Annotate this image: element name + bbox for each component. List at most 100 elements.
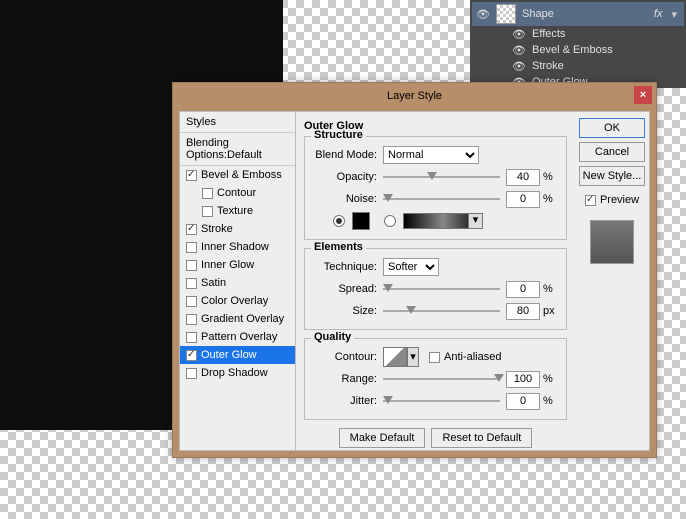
style-checkbox[interactable] bbox=[186, 332, 197, 343]
dialog-title: Layer Style bbox=[387, 90, 442, 102]
noise-slider[interactable] bbox=[383, 192, 500, 206]
spread-slider[interactable] bbox=[383, 282, 500, 296]
color-radio[interactable] bbox=[333, 215, 345, 227]
effects-header[interactable]: 👁 Effects bbox=[472, 26, 684, 42]
opacity-label: Opacity: bbox=[313, 171, 383, 183]
sidebar-item-label: Inner Shadow bbox=[201, 241, 269, 253]
style-checkbox[interactable] bbox=[186, 242, 197, 253]
ok-button[interactable]: OK bbox=[579, 118, 645, 138]
sidebar-blending-header[interactable]: Blending Options:Default bbox=[180, 133, 295, 166]
sidebar-item-label: Color Overlay bbox=[201, 295, 268, 307]
style-checkbox[interactable] bbox=[186, 170, 197, 181]
sidebar-item-label: Drop Shadow bbox=[201, 367, 268, 379]
blend-mode-select[interactable]: Normal bbox=[383, 146, 479, 164]
jitter-label: Jitter: bbox=[313, 395, 383, 407]
sidebar-item-label: Stroke bbox=[201, 223, 233, 235]
make-default-button[interactable]: Make Default bbox=[339, 428, 426, 448]
sidebar-item-label: Texture bbox=[217, 205, 253, 217]
gradient-radio[interactable] bbox=[384, 215, 396, 227]
sidebar-item-color-overlay[interactable]: Color Overlay bbox=[180, 292, 295, 310]
noise-input[interactable] bbox=[506, 191, 540, 208]
glow-gradient-picker[interactable]: ▾ bbox=[403, 213, 483, 229]
spread-input[interactable] bbox=[506, 281, 540, 298]
sidebar-item-bevel-emboss[interactable]: Bevel & Emboss bbox=[180, 166, 295, 184]
range-label: Range: bbox=[313, 373, 383, 385]
style-checkbox[interactable] bbox=[186, 350, 197, 361]
sidebar-item-inner-shadow[interactable]: Inner Shadow bbox=[180, 238, 295, 256]
quality-group: Quality Contour: ▾ Anti-aliased Range: %… bbox=[304, 338, 567, 420]
anti-aliased-label: Anti-aliased bbox=[440, 351, 501, 363]
layer-thumb[interactable] bbox=[496, 4, 516, 24]
chevron-down-icon[interactable]: ▾ bbox=[468, 214, 482, 228]
new-style-button[interactable]: New Style... bbox=[579, 166, 645, 186]
visibility-icon[interactable]: 👁 bbox=[476, 8, 490, 21]
visibility-icon[interactable]: 👁 bbox=[512, 60, 526, 73]
chevron-down-icon[interactable]: ▾ bbox=[407, 347, 419, 367]
technique-label: Technique: bbox=[313, 261, 383, 273]
layer-style-dialog: Layer Style × Styles Blending Options:De… bbox=[172, 82, 657, 458]
layer-row-shape[interactable]: 👁 Shape fx ▾ bbox=[472, 2, 684, 26]
fx-badge[interactable]: fx bbox=[654, 8, 663, 20]
preview-label: Preview bbox=[600, 194, 639, 206]
opacity-input[interactable] bbox=[506, 169, 540, 186]
jitter-slider[interactable] bbox=[383, 394, 500, 408]
preview-checkbox[interactable] bbox=[585, 195, 596, 206]
visibility-icon[interactable]: 👁 bbox=[512, 28, 526, 41]
style-checkbox[interactable] bbox=[186, 368, 197, 379]
style-checkbox[interactable] bbox=[186, 224, 197, 235]
sidebar-item-label: Contour bbox=[217, 187, 256, 199]
range-input[interactable] bbox=[506, 371, 540, 388]
glow-color-swatch[interactable] bbox=[352, 212, 370, 230]
reset-default-button[interactable]: Reset to Default bbox=[431, 428, 532, 448]
style-checkbox[interactable] bbox=[202, 188, 213, 199]
effect-bevel[interactable]: 👁Bevel & Emboss bbox=[472, 42, 684, 58]
sidebar-item-inner-glow[interactable]: Inner Glow bbox=[180, 256, 295, 274]
layers-panel: 👁 Shape fx ▾ 👁 Effects 👁Bevel & Emboss 👁… bbox=[470, 0, 686, 88]
sidebar-item-label: Pattern Overlay bbox=[201, 331, 277, 343]
effect-stroke[interactable]: 👁Stroke bbox=[472, 58, 684, 74]
size-slider[interactable] bbox=[383, 304, 500, 318]
contour-picker[interactable] bbox=[383, 347, 407, 367]
spread-label: Spread: bbox=[313, 283, 383, 295]
technique-select[interactable]: Softer bbox=[383, 258, 439, 276]
style-checkbox[interactable] bbox=[186, 278, 197, 289]
sidebar-item-label: Bevel & Emboss bbox=[201, 169, 282, 181]
jitter-input[interactable] bbox=[506, 393, 540, 410]
noise-label: Noise: bbox=[313, 193, 383, 205]
style-checkbox[interactable] bbox=[202, 206, 213, 217]
styles-sidebar: Styles Blending Options:Default Bevel & … bbox=[180, 112, 296, 450]
sidebar-item-stroke[interactable]: Stroke bbox=[180, 220, 295, 238]
sidebar-item-outer-glow[interactable]: Outer Glow bbox=[180, 346, 295, 364]
cancel-button[interactable]: Cancel bbox=[579, 142, 645, 162]
dialog-right-buttons: OK Cancel New Style... Preview bbox=[575, 112, 649, 450]
sidebar-item-texture[interactable]: Texture bbox=[180, 202, 295, 220]
preview-swatch bbox=[590, 220, 634, 264]
style-checkbox[interactable] bbox=[186, 314, 197, 325]
sidebar-item-drop-shadow[interactable]: Drop Shadow bbox=[180, 364, 295, 382]
range-slider[interactable] bbox=[383, 372, 500, 386]
sidebar-item-label: Outer Glow bbox=[201, 349, 257, 361]
visibility-icon[interactable]: 👁 bbox=[512, 44, 526, 57]
sidebar-item-label: Inner Glow bbox=[201, 259, 254, 271]
sidebar-item-label: Gradient Overlay bbox=[201, 313, 284, 325]
elements-group: Elements Technique: Softer Spread: % Siz… bbox=[304, 248, 567, 330]
dialog-titlebar[interactable]: Layer Style × bbox=[173, 83, 656, 107]
size-input[interactable] bbox=[506, 303, 540, 320]
sidebar-item-contour[interactable]: Contour bbox=[180, 184, 295, 202]
chevron-down-icon[interactable]: ▾ bbox=[668, 8, 680, 21]
sidebar-item-gradient-overlay[interactable]: Gradient Overlay bbox=[180, 310, 295, 328]
blend-mode-label: Blend Mode: bbox=[313, 149, 383, 161]
style-checkbox[interactable] bbox=[186, 296, 197, 307]
sidebar-styles-header[interactable]: Styles bbox=[180, 112, 295, 133]
sidebar-item-satin[interactable]: Satin bbox=[180, 274, 295, 292]
layer-name: Shape bbox=[522, 8, 554, 20]
sidebar-item-pattern-overlay[interactable]: Pattern Overlay bbox=[180, 328, 295, 346]
size-label: Size: bbox=[313, 305, 383, 317]
style-checkbox[interactable] bbox=[186, 260, 197, 271]
anti-aliased-checkbox[interactable] bbox=[429, 352, 440, 363]
close-button[interactable]: × bbox=[634, 86, 652, 104]
structure-group: Structure Blend Mode: Normal Opacity: % … bbox=[304, 136, 567, 240]
sidebar-item-label: Satin bbox=[201, 277, 226, 289]
opacity-slider[interactable] bbox=[383, 170, 500, 184]
settings-main: Outer Glow Structure Blend Mode: Normal … bbox=[296, 112, 575, 450]
